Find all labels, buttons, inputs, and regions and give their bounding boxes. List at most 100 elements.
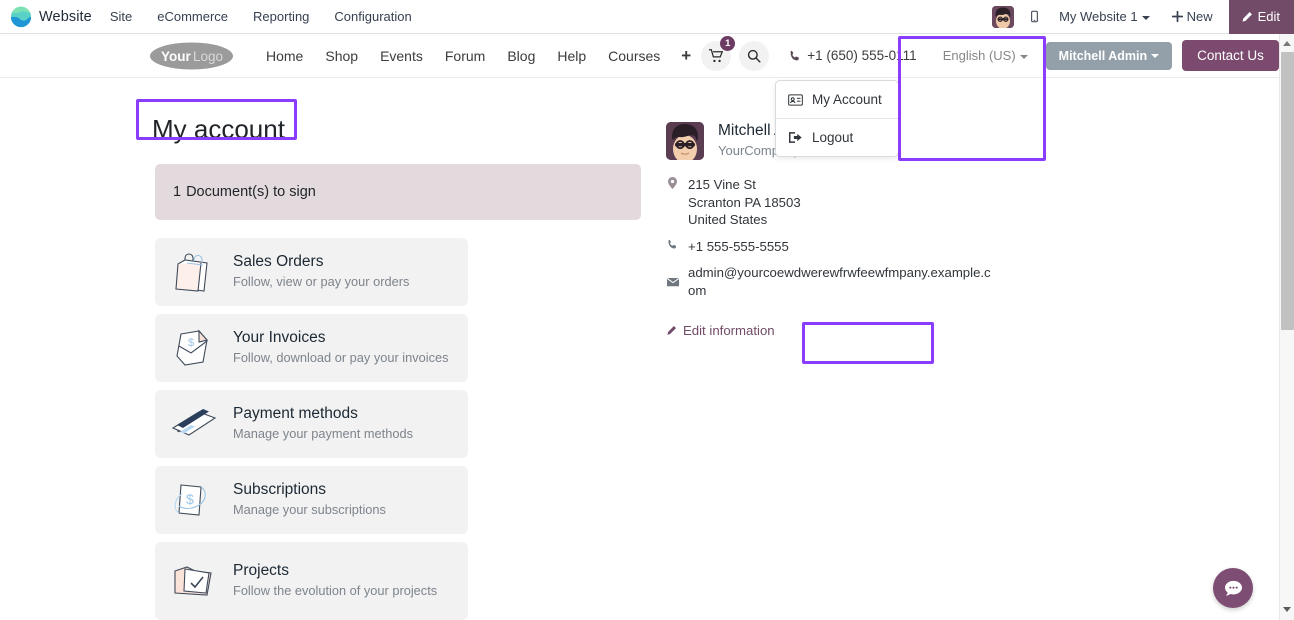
website-header: Your Logo Home Shop Events Forum Blog He… — [0, 34, 1285, 78]
profile-email: admin@yourcoewdwerewfrwfeewfmpany.exampl… — [688, 265, 991, 298]
svg-text:$: $ — [188, 337, 194, 349]
card-payment-methods[interactable]: Payment methods Manage your payment meth… — [155, 390, 468, 458]
map-pin-icon — [666, 176, 679, 229]
nav-item-blog[interactable]: Blog — [496, 48, 546, 64]
card-text: Your Invoices Follow, download or pay yo… — [233, 329, 449, 366]
id-card-icon — [788, 93, 803, 106]
envelope-icon — [666, 264, 679, 299]
edit-button-label: Edit — [1257, 9, 1280, 24]
avatar[interactable] — [992, 5, 1015, 28]
backend-app-name[interactable]: Website — [39, 9, 92, 25]
contact-us-button[interactable]: Contact Us — [1182, 40, 1279, 71]
svg-text:$: $ — [186, 491, 194, 507]
account-left-column: My account 1 Document(s) to sign Sales O… — [0, 108, 660, 620]
card-title: Projects — [233, 562, 289, 580]
card-subtitle: Follow the evolution of your projects — [233, 583, 438, 599]
profile-address-line-2: Scranton PA 18503 — [688, 194, 801, 210]
svg-text:Logo: Logo — [193, 49, 223, 64]
page-title: My account — [152, 114, 285, 144]
livechat-button[interactable] — [1213, 568, 1253, 608]
sign-out-icon — [789, 132, 802, 143]
dropdown-item-label: My Account — [812, 92, 882, 107]
svg-text:Your: Your — [161, 49, 191, 64]
profile-details: 215 Vine St Scranton PA 18503 United Sta… — [666, 176, 996, 299]
website-header-right: 1 +1 (650) 555-0111 English (US) Mitchel… — [701, 35, 1285, 71]
documents-to-sign-text: Document(s) to sign — [186, 184, 316, 200]
chat-bubble-icon — [1224, 580, 1242, 596]
backend-menu-configuration[interactable]: Configuration — [334, 9, 411, 24]
plus-icon — [1171, 11, 1183, 22]
account-cards-grid: Sales Orders Follow, view or pay your or… — [155, 238, 641, 620]
card-text: Payment methods Manage your payment meth… — [233, 405, 413, 442]
search-icon — [748, 49, 761, 63]
card-text: Projects Follow the evolution of your pr… — [233, 562, 437, 599]
card-subtitle: Manage your payment methods — [233, 426, 413, 442]
profile-address-line-1: 215 Vine St — [688, 177, 756, 192]
header-phone-label: +1 (650) 555-0111 — [807, 48, 917, 63]
dropdown-item-my-account[interactable]: My Account — [776, 81, 898, 118]
pencil-icon — [667, 326, 677, 335]
chevron-down-icon — [1019, 54, 1028, 59]
website-nav: Home Shop Events Forum Blog Help Courses… — [255, 46, 701, 66]
dropdown-item-label: Logout — [812, 130, 854, 145]
account-main: My account 1 Document(s) to sign Sales O… — [0, 78, 1285, 620]
card-title: Payment methods — [233, 405, 358, 423]
cart-button[interactable]: 1 — [701, 35, 736, 71]
profile-email-row: admin@yourcoewdwerewfrwfeewfmpany.exampl… — [666, 264, 996, 299]
nav-item-courses[interactable]: Courses — [597, 48, 671, 64]
new-button[interactable]: New — [1171, 9, 1213, 24]
nav-item-home[interactable]: Home — [255, 48, 314, 64]
edit-information-link[interactable]: Edit information — [666, 323, 775, 338]
card-subscriptions[interactable]: $ Subscriptions Manage your subscription… — [155, 466, 468, 534]
backend-menu-ecommerce[interactable]: eCommerce — [157, 9, 228, 24]
phone-icon — [666, 238, 679, 256]
card-subtitle: Follow, view or pay your orders — [233, 274, 410, 290]
site-selector-label: My Website 1 — [1059, 9, 1138, 24]
card-your-invoices[interactable]: $ Your Invoices Follow, download or pay … — [155, 314, 468, 382]
recurring-dollar-icon: $ — [165, 476, 221, 524]
backend-menu-reporting[interactable]: Reporting — [253, 9, 309, 24]
card-title: Sales Orders — [233, 253, 324, 271]
mobile-preview-icon[interactable] — [1028, 10, 1041, 23]
header-phone[interactable]: +1 (650) 555-0111 — [789, 48, 917, 63]
invoice-envelope-icon: $ — [165, 324, 221, 372]
language-selector[interactable]: English (US) — [943, 48, 1028, 63]
page-scrollbar[interactable] — [1279, 34, 1294, 620]
nav-item-help[interactable]: Help — [546, 48, 597, 64]
documents-to-sign-banner[interactable]: 1 Document(s) to sign — [155, 164, 641, 220]
shopping-cart-icon — [709, 48, 724, 62]
backend-system-bar: Website Site eCommerce Reporting Configu… — [0, 0, 1294, 34]
folder-check-icon — [165, 557, 221, 605]
chevron-down-icon — [1151, 54, 1160, 59]
profile-address-line-3: United States — [688, 212, 768, 228]
backend-right-group: My Website 1 New Edit — [992, 0, 1294, 34]
scroll-up-arrow-icon[interactable] — [1283, 41, 1291, 46]
odoo-logo-icon[interactable] — [10, 6, 32, 28]
avatar — [666, 122, 704, 160]
scroll-down-arrow-icon[interactable] — [1283, 607, 1291, 612]
phone-icon — [790, 50, 800, 60]
card-projects[interactable]: Projects Follow the evolution of your pr… — [155, 542, 468, 620]
card-text: Subscriptions Manage your subscriptions — [233, 481, 386, 518]
site-selector[interactable]: My Website 1 — [1059, 9, 1150, 24]
card-subtitle: Manage your subscriptions — [233, 502, 386, 518]
add-page-icon[interactable]: + — [671, 46, 701, 66]
search-button[interactable] — [739, 40, 770, 71]
card-title: Your Invoices — [233, 329, 326, 347]
edit-button[interactable]: Edit — [1228, 0, 1294, 34]
card-sales-orders[interactable]: Sales Orders Follow, view or pay your or… — [155, 238, 468, 306]
cart-count-badge: 1 — [720, 35, 736, 51]
dropdown-item-logout[interactable]: Logout — [776, 119, 898, 156]
scrollbar-thumb[interactable] — [1281, 52, 1294, 330]
pencil-icon — [1242, 11, 1252, 22]
site-logo[interactable]: Your Logo — [150, 41, 233, 71]
profile-phone-row: +1 555-555-5555 — [666, 238, 996, 256]
backend-menu-site[interactable]: Site — [110, 9, 132, 24]
website-frame: Your Logo Home Shop Events Forum Blog He… — [0, 34, 1285, 620]
nav-item-shop[interactable]: Shop — [314, 48, 369, 64]
nav-item-events[interactable]: Events — [369, 48, 434, 64]
user-menu-label: Mitchell Admin — [1058, 48, 1148, 63]
user-dropdown-menu: My Account Logout — [775, 80, 899, 157]
user-menu-button[interactable]: Mitchell Admin — [1045, 41, 1173, 70]
nav-item-forum[interactable]: Forum — [434, 48, 496, 64]
